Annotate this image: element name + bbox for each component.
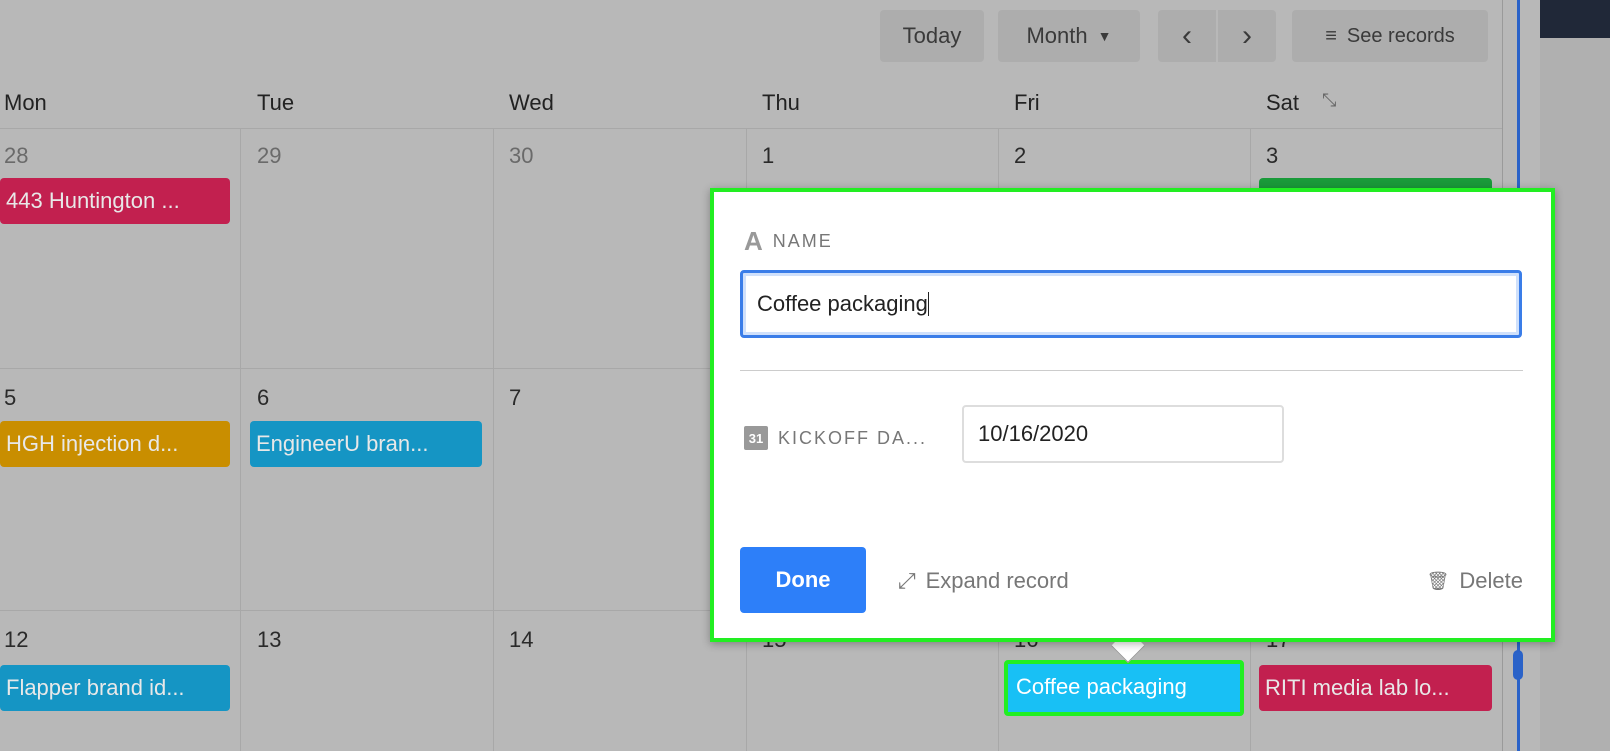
date-number: 7 (509, 385, 522, 410)
event-chip[interactable]: HGH injection d... (0, 421, 230, 467)
date-value: 10/16/2020 (978, 421, 1089, 446)
today-button[interactable]: Today (880, 10, 984, 62)
event-chip[interactable]: EngineerU bran... (250, 421, 482, 467)
expand-label: Expand record (925, 568, 1069, 593)
date-number: 28 (4, 143, 29, 168)
view-label: Month (1026, 23, 1088, 48)
day-header: Mon (4, 90, 47, 115)
list-icon: ≡ (1325, 24, 1337, 47)
day-header: Wed (509, 90, 554, 115)
day-header: Tue (257, 90, 295, 115)
date-number: 30 (509, 143, 534, 168)
date-number: 5 (4, 385, 17, 410)
event-chip[interactable]: Flapper brand id... (0, 665, 230, 711)
date-number: 13 (257, 627, 282, 652)
name-input[interactable]: Coffee packaging (740, 270, 1522, 338)
collapse-icon[interactable]: ⤡ (1322, 90, 1336, 111)
date-number: 3 (1266, 143, 1279, 168)
event-chip[interactable]: RITI media lab lo... (1259, 665, 1492, 711)
divider (493, 128, 494, 751)
expand-record-button[interactable]: ⤢ Expand record (898, 568, 1069, 594)
date-number: 29 (257, 143, 282, 168)
text-cursor (927, 292, 929, 316)
delete-label: Delete (1459, 568, 1523, 593)
caret-down-icon: ▼ (1097, 28, 1112, 44)
date-field-label: 31 KICKOFF DA... (744, 426, 927, 450)
today-label: Today (902, 23, 962, 48)
day-header: Thu (762, 90, 800, 115)
expand-icon: ⤢ (898, 568, 916, 593)
trash-icon: 🗑 (1426, 570, 1450, 591)
chevron-left-icon: ‹ (1182, 19, 1192, 52)
date-label: KICKOFF DA... (778, 427, 928, 448)
date-number: 6 (257, 385, 270, 410)
name-label: NAME (772, 231, 833, 251)
prev-button[interactable]: ‹ (1158, 10, 1216, 62)
name-value: Coffee packaging (757, 291, 928, 316)
scroll-handle[interactable] (1513, 650, 1523, 680)
done-button[interactable]: Done (740, 547, 866, 613)
divider (240, 128, 241, 751)
divider (0, 128, 1502, 129)
text-field-icon: A (744, 226, 763, 256)
done-label: Done (775, 567, 831, 592)
next-button[interactable]: › (1218, 10, 1276, 62)
date-number: 2 (1014, 143, 1027, 168)
chevron-right-icon: › (1242, 19, 1252, 52)
date-number: 14 (509, 627, 534, 652)
view-select[interactable]: Month ▼ (998, 10, 1140, 62)
see-records-label: See records (1346, 24, 1455, 47)
divider (740, 370, 1523, 371)
event-chip-selected[interactable]: Coffee packaging (1004, 660, 1244, 716)
delete-button[interactable]: 🗑 Delete (1427, 568, 1523, 594)
date-number: 1 (762, 143, 775, 168)
day-header: Fri (1014, 90, 1040, 115)
see-records-button[interactable]: ≡ See records (1292, 10, 1488, 62)
date-number: 12 (4, 627, 29, 652)
name-field-label: A NAME (744, 226, 833, 257)
day-header: Sat (1266, 90, 1300, 115)
record-popup: A NAME Coffee packaging 31 KICKOFF DA...… (710, 188, 1555, 642)
event-chip[interactable]: 443 Huntington ... (0, 178, 230, 224)
kickoff-date-input[interactable]: 10/16/2020 (962, 405, 1284, 463)
side-panel-header (1540, 0, 1610, 38)
calendar-icon: 31 (744, 426, 768, 450)
